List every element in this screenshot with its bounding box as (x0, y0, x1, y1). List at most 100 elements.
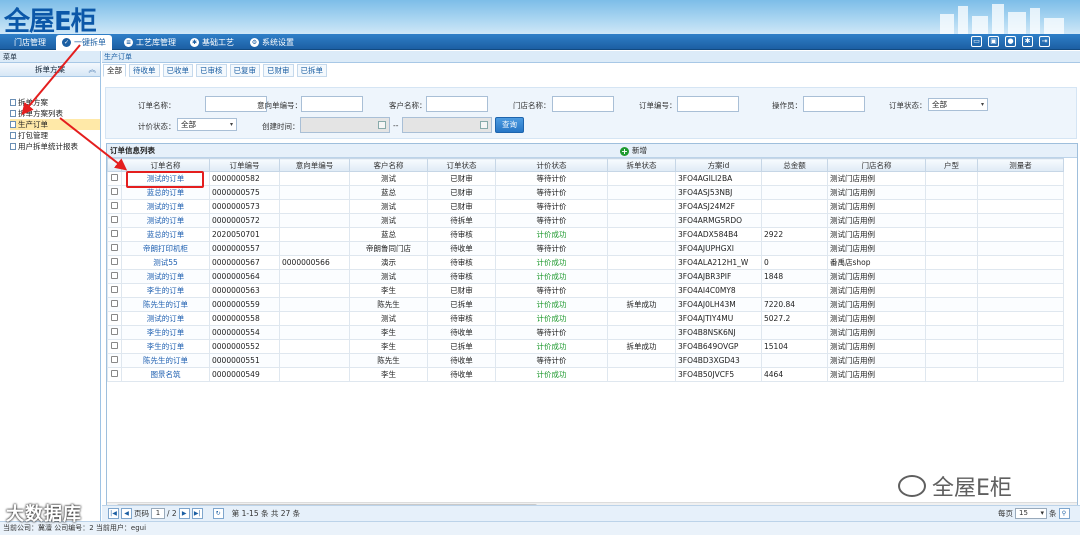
table-row[interactable]: 李生的订单 0000000563 李生 已财审 等待计价 3FO4AI4C0MY8 测试门店… (107, 283, 1064, 298)
next-page-icon[interactable]: ▶ (178, 508, 190, 519)
tab-split[interactable]: 已拆单 (296, 64, 327, 77)
search-icon[interactable]: ⚲ (1058, 508, 1070, 519)
table-row[interactable]: 陈先生的订单 0000000551 陈先生 待收单 等待计价 3FO4BD3XGD43 测试… (107, 353, 1064, 368)
sidebar-item-packing[interactable]: 打包管理 (10, 130, 100, 141)
column-header[interactable]: 方案id (675, 158, 762, 172)
table-row[interactable]: 帝朗打印机柜 0000000557 帝朗鲁同门店 待收单 等待计价 3FO4AJUPHGX… (107, 241, 1064, 256)
row-checkbox[interactable] (111, 258, 118, 265)
tab-all[interactable]: 全部 (103, 64, 126, 77)
operator-input[interactable] (803, 96, 865, 112)
last-page-icon[interactable]: ▶| (191, 508, 203, 519)
row-checkbox[interactable] (111, 286, 118, 293)
table-row[interactable]: 陈先生的订单 0000000559 陈先生 已拆单 计价成功 拆单成功 3FO4AJ0LH4… (107, 297, 1064, 312)
created-end-input[interactable] (402, 117, 492, 133)
nav-system-settings[interactable]: ⚙ 系统设置 (244, 35, 300, 50)
store-input[interactable] (552, 96, 614, 112)
tab-finance-reviewed[interactable]: 已财审 (263, 64, 294, 77)
per-page-select[interactable]: 15 ▾ (1015, 508, 1047, 519)
row-checkbox[interactable] (111, 202, 118, 209)
gear-icon[interactable]: ✱ (1022, 36, 1033, 47)
sidebar-item-split-plan[interactable]: 拆单方案 (10, 97, 100, 108)
row-checkbox[interactable] (111, 216, 118, 223)
row-checkbox[interactable] (111, 230, 118, 237)
table-row[interactable]: 测试的订单 0000000564 测试 待审核 计价成功 3FO4AJBR3PIF 1848… (107, 269, 1064, 284)
row-checkbox[interactable] (111, 174, 118, 181)
table-row[interactable]: 李生的订单 0000000554 李生 待收单 等待计价 3FO4B8NSK6NJ 测试门店… (107, 325, 1064, 340)
customer-input[interactable] (426, 96, 488, 112)
column-header[interactable]: 订单编号 (209, 158, 280, 172)
nav-one-click-split[interactable]: ✓ 一键拆单 (56, 35, 112, 50)
table-cell[interactable]: 测试的订单 (121, 269, 210, 284)
table-row[interactable]: 测试的订单 0000000558 测试 待审核 计价成功 3FO4AJTIY4MU 5027… (107, 311, 1064, 326)
table-cell[interactable]: 李生的订单 (121, 325, 210, 340)
nav-basic-craft[interactable]: ✱ 基础工艺 (184, 35, 240, 50)
table-cell[interactable]: 李生的订单 (121, 283, 210, 298)
user-icon[interactable]: ● (1005, 36, 1016, 47)
refresh-icon[interactable]: ↻ (212, 508, 224, 519)
table-cell[interactable]: 测试的订单 (121, 199, 210, 214)
row-checkbox[interactable] (111, 272, 118, 279)
add-order-button[interactable]: + 新增 (620, 144, 647, 158)
column-header[interactable]: 订单名称 (121, 158, 210, 172)
row-checkbox[interactable] (111, 314, 118, 321)
table-row[interactable]: 测试的订单 0000000572 测试 待拆单 等待计价 3FO4ARMG5RDO 测试门店… (107, 213, 1064, 228)
table-cell[interactable]: 蓝总的订单 (121, 227, 210, 242)
column-header[interactable]: 测量者 (977, 158, 1064, 172)
tab-received[interactable]: 已收单 (162, 64, 193, 77)
sidebar-item-production-order[interactable]: 生产订单 (10, 119, 100, 130)
table-cell[interactable]: 帝朗打印机柜 (121, 241, 210, 256)
page-input[interactable]: 1 (151, 508, 165, 519)
prev-page-icon[interactable]: ◀ (121, 508, 132, 519)
column-header[interactable]: 计价状态 (495, 158, 608, 172)
price-status-select[interactable]: 全部 ▾ (177, 118, 237, 131)
column-header[interactable]: 订单状态 (427, 158, 496, 172)
sidebar-item-user-report[interactable]: 用户拆单统计报表 (10, 141, 100, 152)
row-checkbox[interactable] (111, 342, 118, 349)
calendar-icon[interactable] (480, 121, 488, 129)
created-start-input[interactable] (300, 117, 390, 133)
table-cell[interactable]: 陈先生的订单 (121, 353, 210, 368)
table-cell[interactable]: 图景名筑 (121, 367, 210, 382)
nav-store-management[interactable]: 门店管理 (8, 35, 52, 50)
query-button[interactable]: 查询 (495, 117, 524, 133)
table-cell[interactable]: 测试55 (121, 255, 210, 270)
row-checkbox[interactable] (111, 356, 118, 363)
nav-craft-library[interactable]: ≡ 工艺库管理 (118, 35, 182, 50)
table-cell[interactable]: 陈先生的订单 (121, 297, 210, 312)
table-row[interactable]: 蓝总的订单 0000000575 蓝总 已财审 等待计价 3FO4ASJ53NBJ 测试门店… (107, 185, 1064, 200)
lock-icon[interactable]: ▣ (988, 36, 999, 47)
table-row[interactable]: 测试的订单 0000000582 测试 已财审 等待计价 3FO4AGILI2BA 测试门店… (107, 171, 1064, 186)
table-row[interactable]: 图景名筑 0000000549 李生 待收单 计价成功 3FO4B50JVCF5 4464 测… (107, 367, 1064, 382)
tab-reviewed[interactable]: 已审核 (196, 64, 227, 77)
row-checkbox[interactable] (111, 328, 118, 335)
tab-rereviewed[interactable]: 已复审 (229, 64, 260, 77)
table-cell[interactable]: 测试的订单 (121, 213, 210, 228)
column-header[interactable]: 拆单状态 (607, 158, 676, 172)
monitor-icon[interactable]: ▭ (971, 36, 982, 47)
column-header[interactable]: 户型 (925, 158, 978, 172)
table-row[interactable]: 测试的订单 0000000573 测试 已财审 等待计价 3FO4ASJ24M2F 测试门店… (107, 199, 1064, 214)
row-checkbox[interactable] (111, 370, 118, 377)
order-status-select[interactable]: 全部 ▾ (928, 98, 988, 111)
table-row[interactable]: 蓝总的订单 2020050701 蓝总 待审核 计价成功 3FO4ADX584B4 2922… (107, 227, 1064, 242)
sidebar-item-split-plan-list[interactable]: 拆单方案列表 (10, 108, 100, 119)
table-cell[interactable]: 李生的订单 (121, 339, 210, 354)
table-row[interactable]: 李生的订单 0000000552 李生 已拆单 计价成功 拆单成功 3FO4B649OVGP… (107, 339, 1064, 354)
column-header[interactable]: 意向单编号 (279, 158, 350, 172)
first-page-icon[interactable]: |◀ (108, 508, 119, 519)
intent-no-input[interactable] (301, 96, 363, 112)
row-checkbox-cell (107, 325, 122, 340)
row-checkbox[interactable] (111, 300, 118, 307)
order-no-input[interactable] (677, 96, 739, 112)
table-cell[interactable]: 测试的订单 (121, 311, 210, 326)
row-checkbox[interactable] (111, 244, 118, 251)
sidebar-section-header[interactable]: 拆单方案 ︽ (0, 63, 100, 77)
column-header[interactable]: 门店名称 (827, 158, 926, 172)
exit-icon[interactable]: ⇥ (1039, 36, 1050, 47)
row-checkbox[interactable] (111, 188, 118, 195)
calendar-icon[interactable] (378, 121, 386, 129)
column-header[interactable]: 总金额 (761, 158, 828, 172)
tab-pending-receive[interactable]: 待收单 (129, 64, 160, 77)
table-row[interactable]: 测试55 0000000567 0000000566 演示 待审核 计价成功 3FO4ALA… (107, 255, 1064, 270)
column-header[interactable]: 客户名称 (349, 158, 428, 172)
